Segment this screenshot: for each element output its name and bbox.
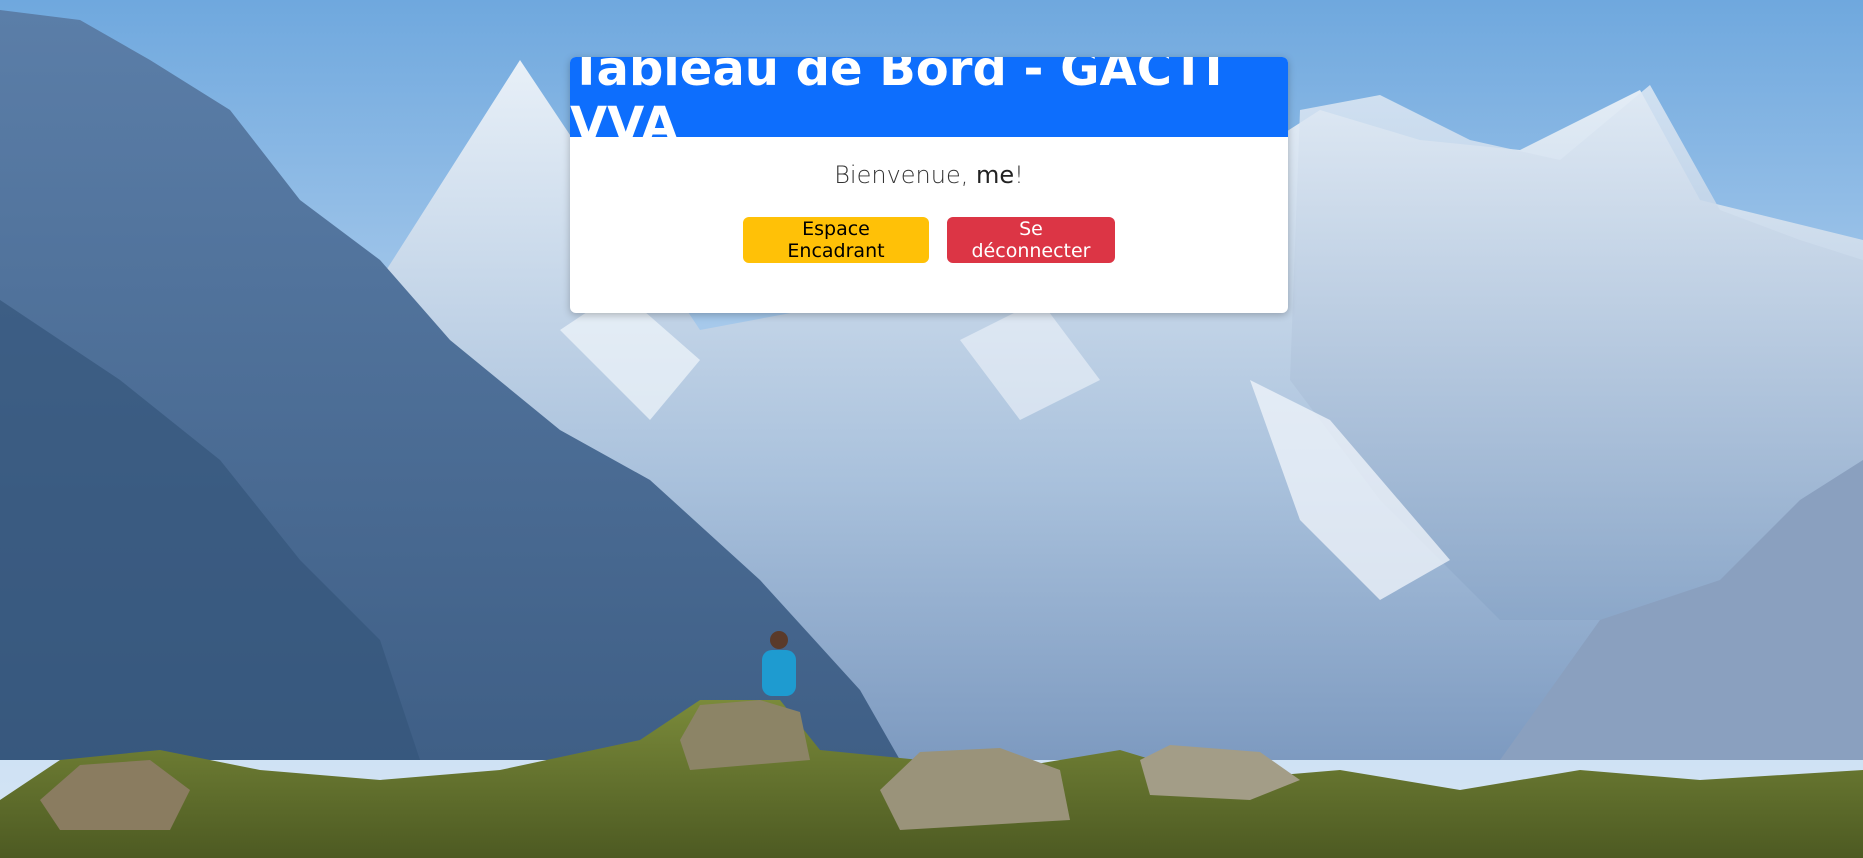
- username: me: [976, 161, 1015, 189]
- logout-button[interactable]: Se déconnecter: [947, 217, 1115, 263]
- page-title: Tableau de Bord - GACTI VVA: [570, 57, 1223, 153]
- dashboard-header: Tableau de Bord - GACTI VVA: [570, 57, 1288, 153]
- dashboard-card: Tableau de Bord - GACTI VVA Bienvenue, m…: [570, 57, 1288, 313]
- welcome-message: Bienvenue, me!: [570, 161, 1288, 189]
- espace-encadrant-button[interactable]: Espace Encadrant: [743, 217, 929, 263]
- welcome-suffix: !: [1014, 161, 1024, 189]
- welcome-prefix: Bienvenue,: [834, 161, 976, 189]
- action-buttons: Espace Encadrant Se déconnecter: [570, 217, 1288, 263]
